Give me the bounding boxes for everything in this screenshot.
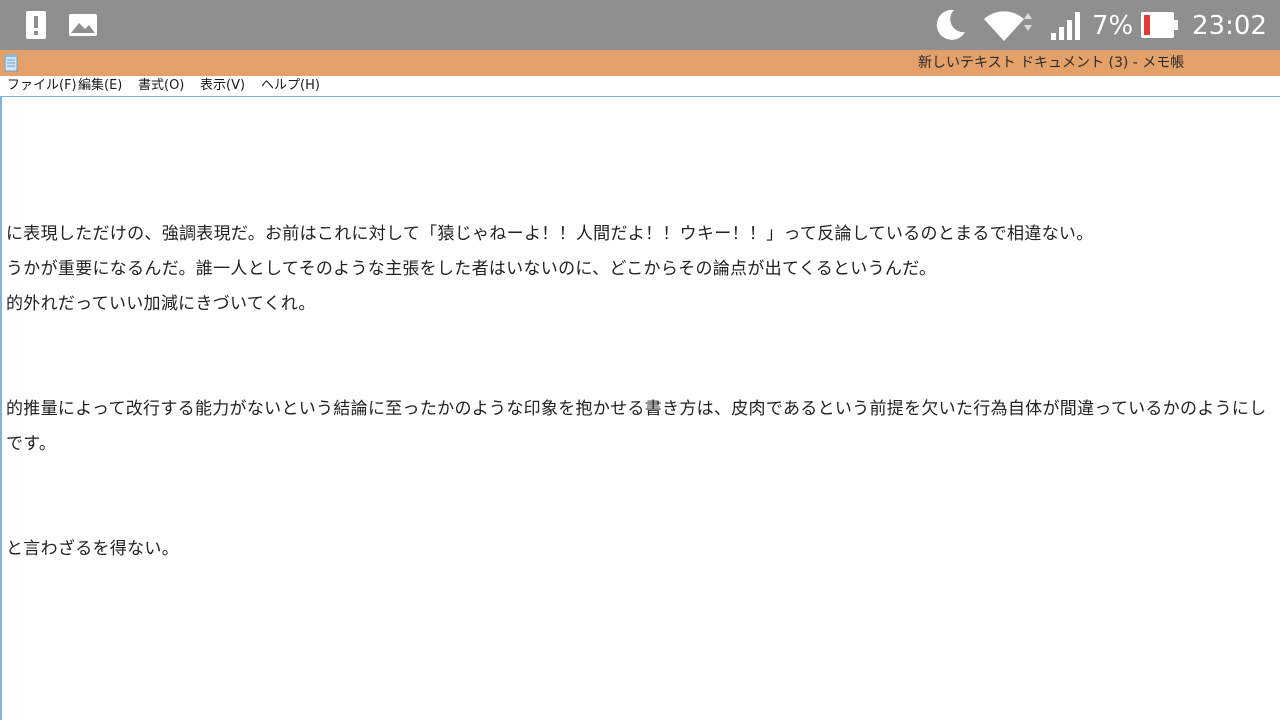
menu-format[interactable]: 書式(O) <box>138 76 184 96</box>
text-line: と言わざるを得ない。 <box>6 539 179 559</box>
text-editor[interactable]: に表現しただけの、強調表現だ。お前はこれに対して「猿じゃねーよ！！人間だよ！！ウ… <box>0 97 1280 720</box>
clock-time: 23:02 <box>1192 11 1267 41</box>
menu-edit[interactable]: 編集(E) <box>78 76 122 96</box>
wifi-icon <box>982 0 1038 50</box>
moon-icon <box>932 0 968 50</box>
text-line: に表現しただけの、強調表現だ。お前はこれに対して「猿じゃねーよ！！人間だよ！！ウ… <box>6 224 1094 244</box>
menu-file[interactable]: ファイル(F) <box>7 76 77 96</box>
menu-bar: ファイル(F) 編集(E) 書式(O) 表示(V) ヘルプ(H) <box>0 76 1280 97</box>
text-line: 的推量によって改行する能力がないという結論に至ったかのような印象を抱かせる書き方… <box>6 399 1267 419</box>
status-bar: 7% 23:02 <box>0 0 1280 50</box>
menu-help[interactable]: ヘルプ(H) <box>261 76 320 96</box>
battery-percent: 7% <box>1092 11 1134 41</box>
notepad-icon <box>4 54 18 72</box>
window-titlebar[interactable]: 新しいテキスト ドキュメント (3) - メモ帳 <box>0 50 1280 76</box>
alert-icon <box>25 0 47 50</box>
signal-icon <box>1050 0 1084 50</box>
window-title: 新しいテキスト ドキュメント (3) - メモ帳 <box>918 55 1185 71</box>
text-line: です。 <box>6 434 57 454</box>
menu-view[interactable]: 表示(V) <box>200 76 245 96</box>
text-line: うかが重要になるんだ。誰一人としてそのような主張をした者はいないのに、どこからそ… <box>6 259 937 279</box>
gallery-icon <box>68 0 98 50</box>
text-line: 的外れだっていい加減にきづいてくれ。 <box>6 294 316 314</box>
battery-icon <box>1140 0 1180 50</box>
